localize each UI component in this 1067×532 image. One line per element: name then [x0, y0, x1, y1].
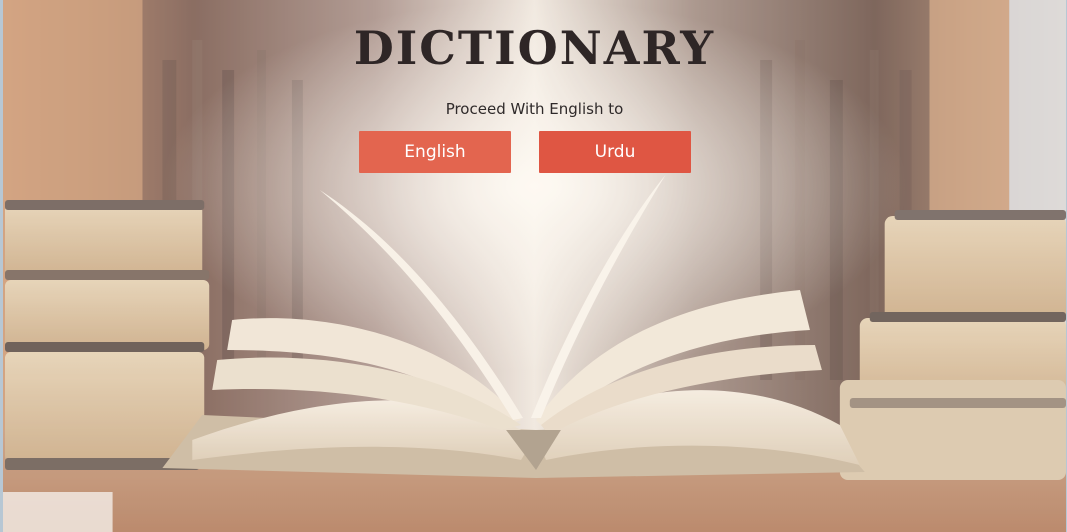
library-background-image: [3, 0, 1066, 532]
urdu-button[interactable]: Urdu: [539, 131, 691, 173]
dictionary-window: DICTIONARY Proceed With English to Engli…: [0, 0, 1067, 532]
english-button[interactable]: English: [359, 131, 511, 173]
language-prompt-text: Proceed With English to: [445, 100, 624, 118]
app-title: DICTIONARY: [353, 21, 716, 75]
